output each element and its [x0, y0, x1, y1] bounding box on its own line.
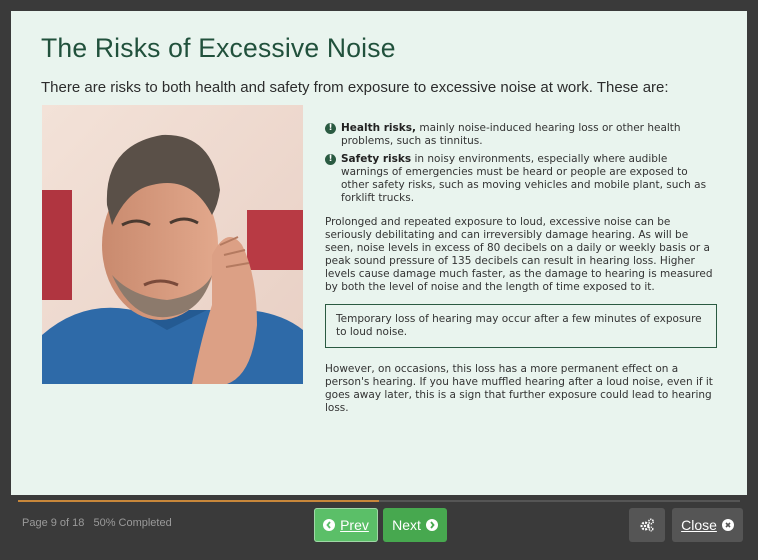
next-label: Next	[392, 517, 421, 533]
intro-text: There are risks to both health and safet…	[41, 79, 669, 96]
gears-icon	[640, 518, 655, 532]
chevron-left-circle-icon	[323, 519, 336, 531]
page-title: The Risks of Excessive Noise	[41, 33, 396, 63]
completion-indicator: 50% Completed	[93, 517, 172, 529]
chevron-right-circle-icon	[425, 519, 438, 531]
bullet-bold: Safety risks	[341, 153, 412, 165]
body-paragraph: However, on occasions, this loss has a m…	[325, 363, 713, 414]
body-paragraph: Prolonged and repeated exposure to loud,…	[325, 216, 713, 293]
info-icon: !	[325, 154, 336, 165]
content-panel: The Risks of Excessive Noise There are r…	[11, 11, 747, 495]
progress-bar	[18, 500, 740, 502]
bullet-bold: Health risks,	[341, 122, 416, 134]
prev-label: Prev	[340, 517, 369, 533]
text-column: ! Health risks, mainly noise-induced hea…	[325, 122, 717, 415]
next-button[interactable]: Next	[383, 508, 447, 542]
list-item: ! Safety risks in noisy environments, es…	[325, 153, 717, 205]
page-indicator: Page 9 of 18	[22, 517, 85, 529]
man-covering-ear-photo	[42, 105, 303, 384]
info-icon: !	[325, 123, 336, 134]
list-item: ! Health risks, mainly noise-induced hea…	[325, 122, 717, 148]
close-circle-icon	[721, 519, 734, 531]
status-text: Page 9 of 18 50% Completed	[22, 517, 172, 529]
risk-list: ! Health risks, mainly noise-induced hea…	[325, 122, 717, 205]
prev-button[interactable]: Prev	[314, 508, 378, 542]
settings-button[interactable]	[629, 508, 665, 542]
close-label: Close	[681, 517, 717, 533]
progress-fill	[18, 500, 379, 502]
callout-box: Temporary loss of hearing may occur afte…	[325, 304, 717, 348]
close-button[interactable]: Close	[672, 508, 743, 542]
